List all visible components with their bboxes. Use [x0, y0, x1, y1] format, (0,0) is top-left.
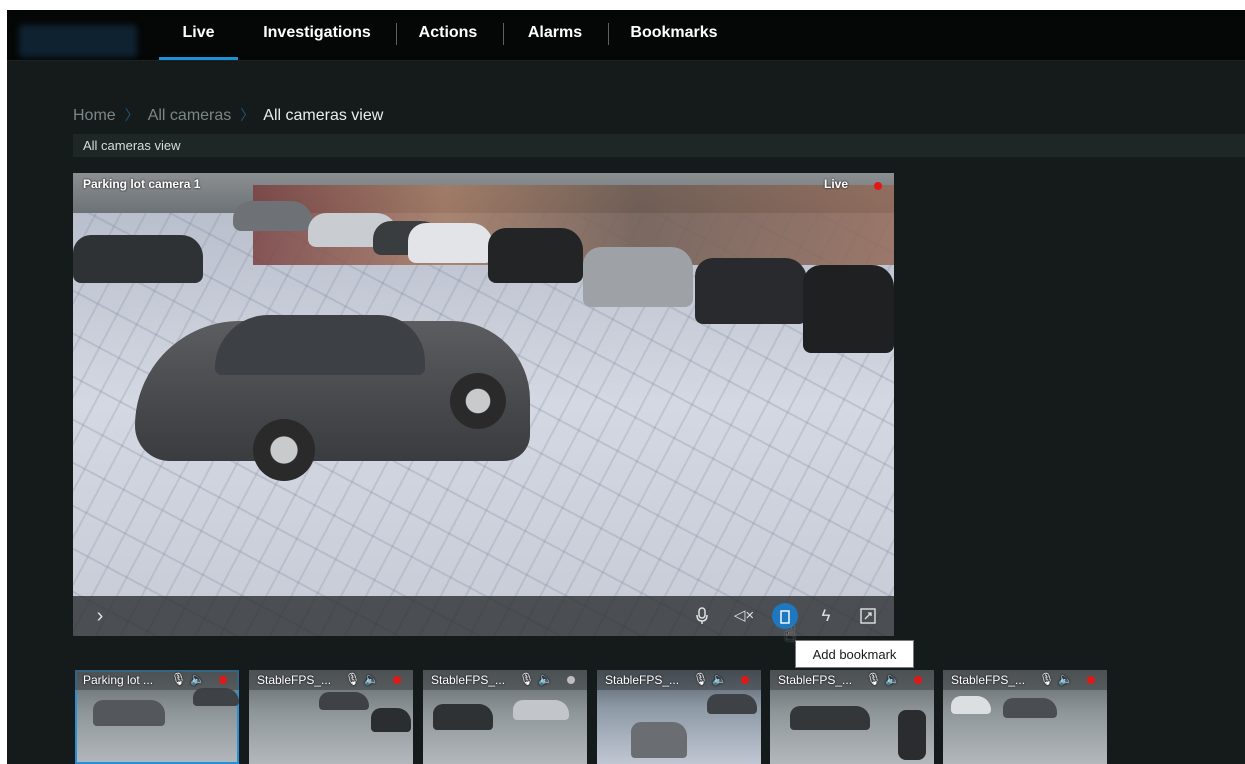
speaker-icon: 🔈 — [712, 672, 728, 686]
recording-indicator — [219, 676, 227, 684]
thumbnail-icons: 🎙 🔈 — [519, 672, 557, 686]
recording-indicator — [393, 676, 401, 684]
thumbnail-label: StableFPS_... — [605, 673, 680, 687]
nav-divider — [503, 23, 504, 45]
video-car — [433, 704, 493, 730]
video-car — [951, 696, 991, 714]
recording-indicator — [741, 676, 749, 684]
microphone-icon: 🎙 — [866, 672, 882, 686]
microphone-icon: 🎙 — [693, 672, 709, 686]
video-car-wheel — [450, 373, 506, 429]
video-car — [193, 688, 239, 706]
thumbnail-icons: 🎙 🔈 — [1039, 672, 1077, 686]
tab-investigations[interactable]: Investigations — [252, 10, 382, 60]
breadcrumb: Home 〉 All cameras 〉 All cameras view — [73, 105, 383, 125]
video-car — [707, 694, 757, 714]
recording-indicator — [874, 182, 882, 190]
video-car — [371, 708, 411, 732]
thumbnail-label: StableFPS_... — [778, 673, 853, 687]
video-car — [583, 247, 693, 307]
video-car-wheel — [253, 419, 315, 481]
app-window: Live Investigations Actions Alarms Bookm… — [7, 10, 1245, 764]
microphone-icon: 🎙 — [519, 672, 535, 686]
speaker-icon: 🔈 — [190, 672, 206, 686]
tab-actions[interactable]: Actions — [407, 10, 489, 60]
video-car — [233, 201, 313, 231]
camera-thumbnail[interactable]: StableFPS_... 🎙 🔈 — [249, 670, 413, 764]
chevron-right-icon: 〉 — [240, 107, 255, 123]
view-title: All cameras view — [83, 138, 181, 153]
logo — [19, 25, 137, 57]
main-video-player[interactable]: Parking lot camera 1 Live › ◁× ϟ — [73, 173, 894, 636]
microphone-icon: 🎙 — [171, 672, 187, 686]
speaker-icon: 🔈 — [1058, 672, 1074, 686]
microphone-icon[interactable] — [687, 596, 717, 636]
breadcrumb-home[interactable]: Home — [73, 107, 116, 125]
camera-thumbnail[interactable]: StableFPS_... 🎙 🔈 — [423, 670, 587, 764]
fullscreen-icon[interactable] — [853, 596, 883, 636]
video-car — [319, 692, 369, 710]
video-car — [695, 258, 807, 324]
breadcrumb-all-cameras[interactable]: All cameras — [148, 107, 232, 125]
top-nav: Live Investigations Actions Alarms Bookm… — [7, 10, 1245, 61]
speaker-icon: 🔈 — [364, 672, 380, 686]
video-car — [790, 706, 870, 730]
video-car — [408, 223, 493, 263]
tab-alarms[interactable]: Alarms — [514, 10, 596, 60]
recording-indicator — [914, 676, 922, 684]
live-status-label: Live — [823, 177, 848, 191]
lightning-icon[interactable]: ϟ — [811, 596, 841, 636]
microphone-icon: 🎙 — [345, 672, 361, 686]
speaker-icon: 🔈 — [885, 672, 901, 686]
thumbnail-icons: 🎙 🔈 — [693, 672, 731, 686]
thumbnail-label: StableFPS_... — [431, 673, 506, 687]
tab-bookmarks[interactable]: Bookmarks — [619, 10, 729, 60]
recording-indicator — [567, 676, 575, 684]
thumbnail-label: StableFPS_... — [257, 673, 332, 687]
video-car — [93, 700, 165, 726]
tab-live[interactable]: Live — [159, 10, 238, 60]
camera-thumbnail[interactable]: StableFPS_... 🎙 🔈 — [943, 670, 1107, 764]
chevron-right-icon[interactable]: › — [85, 596, 115, 636]
thumbnail-label: StableFPS_... — [951, 673, 1026, 687]
speaker-muted-icon[interactable]: ◁× — [729, 596, 759, 636]
video-car-roof — [215, 315, 425, 375]
camera-thumbnail[interactable]: StableFPS_... 🎙 🔈 — [597, 670, 761, 764]
speaker-icon: 🔈 — [538, 672, 554, 686]
microphone-icon: 🎙 — [1039, 672, 1055, 686]
nav-divider — [396, 23, 397, 45]
video-car — [1003, 698, 1057, 718]
breadcrumb-current: All cameras view — [263, 107, 384, 124]
camera-thumbnail[interactable]: StableFPS_... 🎙 🔈 — [770, 670, 934, 764]
video-car — [513, 700, 569, 720]
view-title-bar: All cameras view — [73, 134, 1245, 157]
video-main-car — [135, 315, 530, 481]
chevron-right-icon: 〉 — [124, 107, 139, 123]
video-car — [631, 722, 687, 758]
nav-divider — [608, 23, 609, 45]
camera-thumbnail[interactable]: Parking lot ... 🎙 🔈 — [75, 670, 239, 764]
video-car — [488, 228, 583, 283]
thumbnail-icons: 🎙 🔈 — [345, 672, 383, 686]
add-bookmark-tooltip: Add bookmark — [795, 640, 914, 668]
thumbnail-label: Parking lot ... — [83, 673, 154, 687]
video-controls-bar: › ◁× ϟ — [73, 596, 894, 636]
video-car — [73, 235, 203, 283]
camera-name-label: Parking lot camera 1 — [83, 177, 201, 191]
video-person — [898, 710, 926, 760]
recording-indicator — [1087, 676, 1095, 684]
thumbnail-icons: 🎙 🔈 — [866, 672, 904, 686]
thumbnail-icons: 🎙 🔈 — [171, 672, 209, 686]
video-car — [803, 265, 894, 353]
